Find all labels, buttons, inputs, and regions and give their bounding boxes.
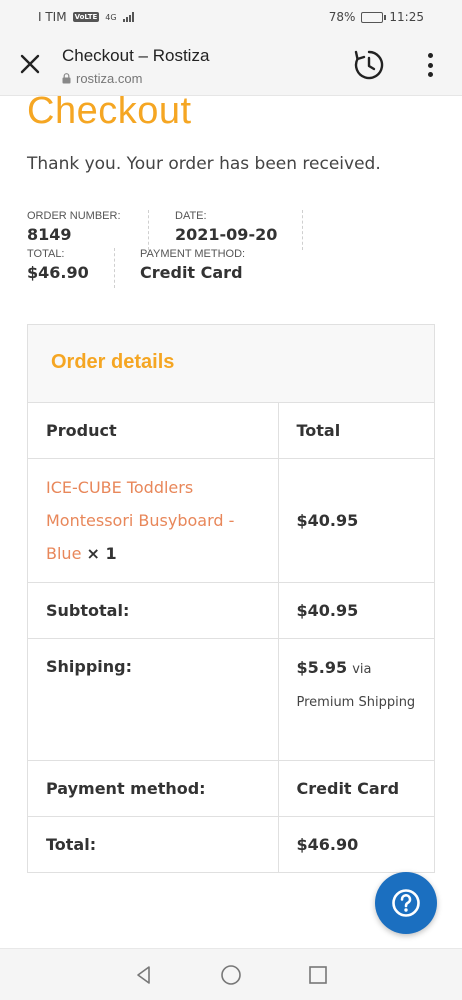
overview-divider (148, 210, 149, 250)
date-block: DATE: 2021-09-20 (175, 210, 277, 244)
history-icon[interactable] (352, 48, 386, 82)
table-row: ICE-CUBE Toddlers Montessori Busyboard -… (28, 458, 434, 583)
help-button[interactable] (375, 872, 437, 934)
product-column-header: Product (46, 421, 117, 440)
signal-icon (122, 12, 134, 22)
order-number-block: ORDER NUMBER: 8149 (27, 210, 121, 244)
order-details-table: Product Total ICE-CUBE Toddlers Montesso… (28, 403, 434, 872)
payment-method-label: Payment method: (28, 760, 278, 817)
battery-icon (361, 11, 387, 23)
network-label: 4G (105, 12, 117, 22)
subtotal-value: $40.95 (277, 582, 434, 639)
url-text: rostiza.com (76, 71, 143, 86)
back-icon[interactable] (132, 963, 156, 987)
home-icon[interactable] (219, 963, 243, 987)
status-bar: I TIM VoLTE 4G 78% 11:25 (0, 0, 462, 34)
subtotal-label: Subtotal: (28, 582, 278, 639)
product-quantity: × 1 (86, 544, 117, 563)
table-row: Subtotal: $40.95 (28, 582, 434, 639)
browser-page-title: Checkout – Rostiza (62, 46, 210, 65)
lock-icon (62, 73, 71, 84)
overview-divider (114, 248, 115, 288)
order-number-value: 8149 (27, 225, 72, 244)
shipping-value: $5.95 (296, 658, 348, 677)
order-total-label: Total: (28, 816, 278, 872)
total-column-header: Total (277, 403, 434, 459)
order-details-box: Order details Product Total ICE-CUBE Tod… (27, 324, 435, 873)
close-icon[interactable] (18, 52, 42, 76)
shipping-cell: $5.95 via Premium Shipping (277, 638, 434, 761)
total-label: TOTAL: (27, 248, 65, 260)
order-number-label: ORDER NUMBER: (27, 210, 121, 222)
browser-url[interactable]: rostiza.com (62, 71, 142, 86)
page-title: Checkout (27, 96, 192, 132)
more-vertical-icon[interactable] (420, 50, 440, 80)
order-details-header: Order details (28, 325, 434, 403)
table-header-row: Product Total (28, 403, 434, 459)
help-icon (392, 889, 420, 917)
shipping-label: Shipping: (28, 638, 278, 761)
payment-label: PAYMENT METHOD: (140, 248, 246, 260)
product-cell: ICE-CUBE Toddlers Montessori Busyboard -… (28, 458, 278, 583)
total-value: $46.90 (27, 263, 89, 282)
overview-divider (302, 210, 303, 250)
battery-percent: 78% (328, 10, 356, 24)
payment-method-value: Credit Card (277, 760, 434, 817)
volte-badge: VoLTE (72, 12, 100, 22)
table-row: Total: $46.90 (28, 816, 434, 872)
order-details-title: Order details (51, 351, 175, 373)
clock: 11:25 (389, 10, 424, 24)
total-block: TOTAL: $46.90 (27, 248, 89, 282)
status-left: I TIM VoLTE 4G (38, 10, 134, 24)
payment-value: Credit Card (140, 263, 243, 282)
table-row: Payment method: Credit Card (28, 760, 434, 817)
date-value: 2021-09-20 (175, 225, 278, 244)
product-total: $40.95 (277, 458, 434, 583)
browser-toolbar: Checkout – Rostiza rostiza.com (0, 34, 462, 96)
page-content: Checkout Thank you. Your order has been … (0, 96, 462, 948)
table-row: Shipping: $5.95 via Premium Shipping (28, 638, 434, 761)
status-right: 78% 11:25 (329, 10, 424, 24)
system-nav-bar (0, 948, 462, 1000)
payment-block: PAYMENT METHOD: Credit Card (140, 248, 245, 282)
date-label: DATE: (175, 210, 207, 222)
thank-you-message: Thank you. Your order has been received. (27, 154, 381, 174)
carrier-label: I TIM (38, 10, 67, 24)
product-link[interactable]: ICE-CUBE Toddlers Montessori Busyboard -… (46, 478, 234, 563)
order-total-value: $46.90 (277, 816, 434, 872)
recents-icon[interactable] (306, 963, 330, 987)
